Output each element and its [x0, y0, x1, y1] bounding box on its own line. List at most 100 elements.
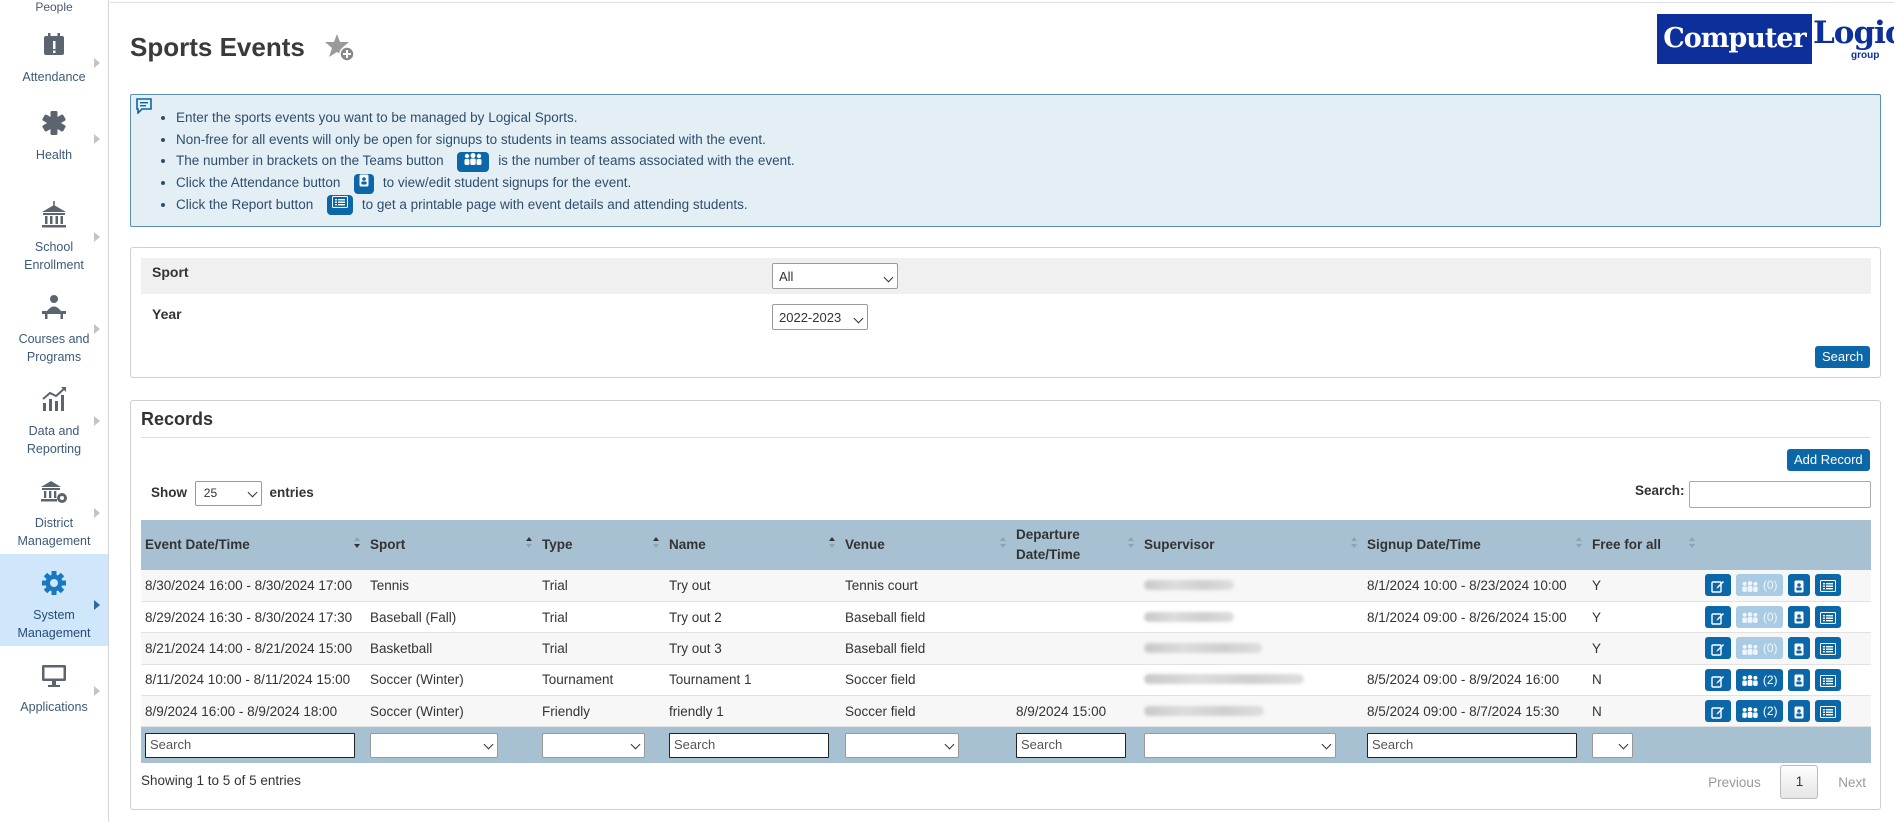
column-header-name[interactable]: Name: [665, 520, 841, 570]
attendance-button[interactable]: [1788, 606, 1810, 629]
chevron-right-icon: [94, 232, 100, 242]
redacted-supervisor: [1144, 611, 1234, 622]
sort-icon: [526, 537, 532, 551]
cell-free-for-all: Y: [1588, 632, 1701, 665]
info-text: Non-free for all events will only be ope…: [176, 131, 766, 147]
year-select[interactable]: 2022-2023: [772, 304, 868, 330]
cell-sport: Baseball (Fall): [366, 601, 538, 634]
report-button[interactable]: [1815, 606, 1841, 629]
cell-type: Trial: [538, 570, 665, 602]
info-text: Click the Report button: [176, 196, 314, 212]
edit-button[interactable]: [1705, 668, 1731, 691]
sidebar: People Attendance Health School Enrollme: [0, 0, 109, 822]
attendance-button[interactable]: [1788, 668, 1810, 691]
cell-supervisor: [1140, 632, 1363, 665]
cell-name: Try out: [665, 570, 841, 602]
type-column-filter-select[interactable]: [542, 732, 645, 758]
event-datetime-filter-input[interactable]: Search: [145, 732, 355, 758]
report-button[interactable]: [1815, 637, 1841, 660]
edit-button[interactable]: [1705, 606, 1731, 629]
supervisor-column-filter-select[interactable]: [1144, 732, 1336, 758]
sidebar-item-system-management[interactable]: System Management: [0, 554, 108, 646]
cell-type: Trial: [538, 632, 665, 665]
next-page-button[interactable]: Next: [1838, 775, 1866, 790]
add-record-button[interactable]: Add Record: [1787, 449, 1870, 471]
sort-icon: [653, 537, 659, 551]
column-header-type[interactable]: Type: [538, 520, 665, 570]
teams-button[interactable]: (0): [1736, 606, 1783, 629]
sport-column-filter-select[interactable]: [370, 732, 498, 758]
year-label: Year: [152, 306, 182, 322]
page-length-select[interactable]: 25: [194, 481, 262, 506]
table-search-input[interactable]: [1689, 481, 1871, 508]
attendance-button[interactable]: [1788, 700, 1810, 723]
teams-button[interactable]: (2): [1736, 668, 1783, 691]
cell-free-for-all: N: [1588, 664, 1701, 697]
column-header-free-for-all[interactable]: Free for all: [1588, 520, 1701, 570]
cell-actions: (0): [1701, 601, 1871, 634]
sidebar-item-people[interactable]: People: [0, 0, 108, 18]
signup-filter-input[interactable]: Search: [1367, 732, 1577, 758]
name-filter-input[interactable]: Search: [669, 732, 829, 758]
cell-departure: 8/9/2024 15:00: [1012, 695, 1140, 728]
sidebar-item-health[interactable]: Health: [0, 94, 108, 186]
edit-button[interactable]: [1705, 637, 1731, 660]
sort-icon: [1128, 537, 1134, 551]
edit-button[interactable]: [1705, 700, 1731, 723]
add-favorite-star-icon[interactable]: [324, 32, 356, 64]
column-header-event-datetime[interactable]: Event Date/Time: [141, 520, 366, 570]
column-header-departure[interactable]: Departure Date/Time: [1012, 520, 1140, 570]
chevron-down-icon: [630, 739, 641, 750]
cell-event-datetime: 8/21/2024 14:00 - 8/21/2024 15:00: [141, 632, 366, 665]
free-for-all-filter-select[interactable]: [1592, 732, 1633, 758]
edit-button[interactable]: [1705, 574, 1731, 597]
sidebar-item-data-and-reporting[interactable]: Data and Reporting: [0, 370, 108, 462]
teams-button[interactable]: (0): [1736, 574, 1783, 597]
previous-page-button[interactable]: Previous: [1708, 775, 1761, 790]
sidebar-item-courses-and-programs[interactable]: Courses and Programs: [0, 278, 108, 370]
cell-supervisor: [1140, 695, 1363, 728]
cell-signup: 8/5/2024 09:00 - 8/9/2024 16:00: [1363, 664, 1588, 697]
cell-type: Trial: [538, 601, 665, 634]
sidebar-item-label: Enrollment: [24, 258, 84, 272]
teams-button[interactable]: (2): [1736, 700, 1783, 723]
table-header-row: Event Date/Time Sport Type Name Venue De…: [141, 520, 1871, 570]
report-button[interactable]: [1815, 574, 1841, 597]
records-panel: Records Add Record Show 25 entries Searc…: [130, 400, 1881, 810]
chevron-right-icon: [94, 600, 100, 610]
info-item: Click the Attendance button to view/edit…: [176, 172, 795, 194]
sidebar-item-applications[interactable]: Applications: [0, 646, 108, 738]
page-1-button[interactable]: 1: [1780, 765, 1819, 799]
sidebar-item-district-management[interactable]: District Management: [0, 462, 108, 554]
cell-free-for-all: Y: [1588, 601, 1701, 634]
computer-logic-logo: Computer Logic group: [1657, 14, 1894, 66]
departure-filter-input[interactable]: Search: [1016, 732, 1126, 758]
sidebar-item-attendance[interactable]: Attendance: [0, 18, 108, 94]
sidebar-item-label: System: [33, 608, 75, 622]
column-header-signup[interactable]: Signup Date/Time: [1363, 520, 1588, 570]
venue-column-filter-select[interactable]: [845, 732, 959, 758]
sidebar-item-school-enrollment[interactable]: School Enrollment: [0, 186, 108, 278]
line-chart-icon: [42, 387, 66, 411]
show-label: Show: [151, 485, 187, 501]
sport-filter-row: Sport All: [141, 258, 1871, 294]
report-button[interactable]: [1815, 668, 1841, 691]
teams-button[interactable]: (0): [1736, 637, 1783, 660]
column-header-sport[interactable]: Sport: [366, 520, 538, 570]
attendance-button[interactable]: [1788, 637, 1810, 660]
chevron-right-icon: [94, 324, 100, 334]
attendance-button[interactable]: [1788, 574, 1810, 597]
medical-icon: [42, 111, 66, 135]
column-header-supervisor[interactable]: Supervisor: [1140, 520, 1363, 570]
cell-supervisor: [1140, 570, 1363, 602]
cell-sport: Soccer (Winter): [366, 695, 538, 728]
page-title: Sports Events: [130, 32, 305, 62]
cell-name: Try out 2: [665, 601, 841, 634]
info-text: Click the Attendance button: [176, 175, 341, 191]
sport-select[interactable]: All: [772, 263, 898, 289]
search-button[interactable]: Search: [1815, 346, 1871, 368]
cell-venue: Baseball field: [841, 601, 1012, 634]
report-button[interactable]: [1815, 700, 1841, 723]
column-header-venue[interactable]: Venue: [841, 520, 1012, 570]
table-row: 8/30/2024 16:00 - 8/30/2024 17:00 Tennis T…: [141, 570, 1871, 602]
